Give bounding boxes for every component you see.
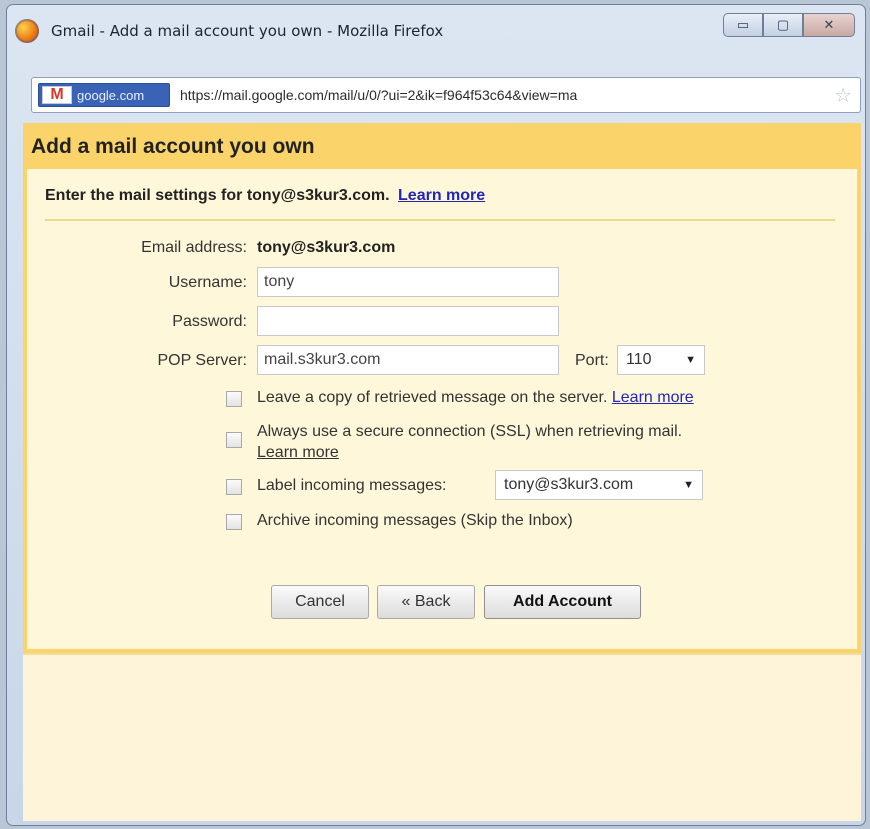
ssl-checkbox[interactable]: [226, 432, 242, 448]
email-address-label: Email address:: [141, 239, 247, 256]
ssl-learn-more-link[interactable]: Learn more: [257, 444, 339, 462]
leave-copy-checkbox[interactable]: [226, 391, 242, 407]
site-identity-badge[interactable]: M google.com: [38, 83, 170, 107]
close-button[interactable]: ✕: [803, 13, 855, 37]
dialog-header: Add a mail account you own: [23, 123, 861, 169]
leave-copy-option: Leave a copy of retrieved message on the…: [257, 389, 694, 407]
email-address-value: tony@s3kur3.com: [257, 239, 396, 256]
leave-copy-label: Leave a copy of retrieved message on the…: [257, 389, 608, 406]
port-select[interactable]: 110 ▼: [617, 345, 705, 375]
cancel-button[interactable]: Cancel: [271, 585, 369, 619]
browser-window: Gmail - Add a mail account you own - Moz…: [6, 4, 866, 826]
title-bar: Gmail - Add a mail account you own - Moz…: [7, 5, 865, 63]
star-icon[interactable]: ☆: [834, 83, 852, 108]
address-bar[interactable]: M google.com https://mail.google.com/mai…: [31, 77, 861, 113]
leave-copy-learn-more-link[interactable]: Learn more: [612, 389, 694, 406]
label-incoming-label: Label incoming messages:: [257, 477, 447, 494]
page-content: Add a mail account you own Enter the mai…: [23, 123, 861, 821]
intro-text: Enter the mail settings for tony@s3kur3.…: [45, 187, 485, 205]
url-text[interactable]: https://mail.google.com/mail/u/0/?ui=2&i…: [180, 87, 577, 103]
maximize-button[interactable]: ▢: [763, 13, 803, 37]
window-controls: ▭ ▢ ✕: [723, 13, 855, 37]
username-label: Username:: [168, 274, 247, 291]
divider: [45, 219, 835, 221]
lower-empty-area: [23, 653, 861, 821]
window-title: Gmail - Add a mail account you own - Moz…: [51, 22, 444, 40]
back-button[interactable]: « Back: [377, 585, 475, 619]
archive-label: Archive incoming messages (Skip the Inbo…: [257, 512, 573, 529]
label-select[interactable]: tony@s3kur3.com ▼: [495, 470, 703, 500]
password-label: Password:: [172, 313, 247, 330]
pop-server-input[interactable]: mail.s3kur3.com: [257, 345, 559, 375]
port-label: Port:: [575, 352, 609, 369]
archive-checkbox[interactable]: [226, 514, 242, 530]
ssl-label: Always use a secure connection (SSL) whe…: [257, 423, 683, 440]
learn-more-link[interactable]: Learn more: [398, 187, 485, 204]
chevron-down-icon: ▼: [683, 479, 694, 491]
chevron-down-icon: ▼: [685, 354, 696, 366]
firefox-icon: [15, 19, 39, 43]
username-input[interactable]: tony: [257, 267, 559, 297]
gmail-icon: M: [42, 86, 72, 104]
minimize-button[interactable]: ▭: [723, 13, 763, 37]
intro-text-label: Enter the mail settings for tony@s3kur3.…: [45, 187, 390, 204]
add-account-button[interactable]: Add Account: [484, 585, 641, 619]
site-name: google.com: [77, 88, 145, 103]
label-incoming-checkbox[interactable]: [226, 479, 242, 495]
dialog-body: Enter the mail settings for tony@s3kur3.…: [23, 169, 861, 653]
label-select-value: tony@s3kur3.com: [504, 476, 634, 493]
pop-server-label: POP Server:: [157, 352, 247, 369]
dialog-title: Add a mail account you own: [31, 135, 315, 158]
port-value: 110: [626, 351, 652, 368]
password-input[interactable]: [257, 306, 559, 336]
